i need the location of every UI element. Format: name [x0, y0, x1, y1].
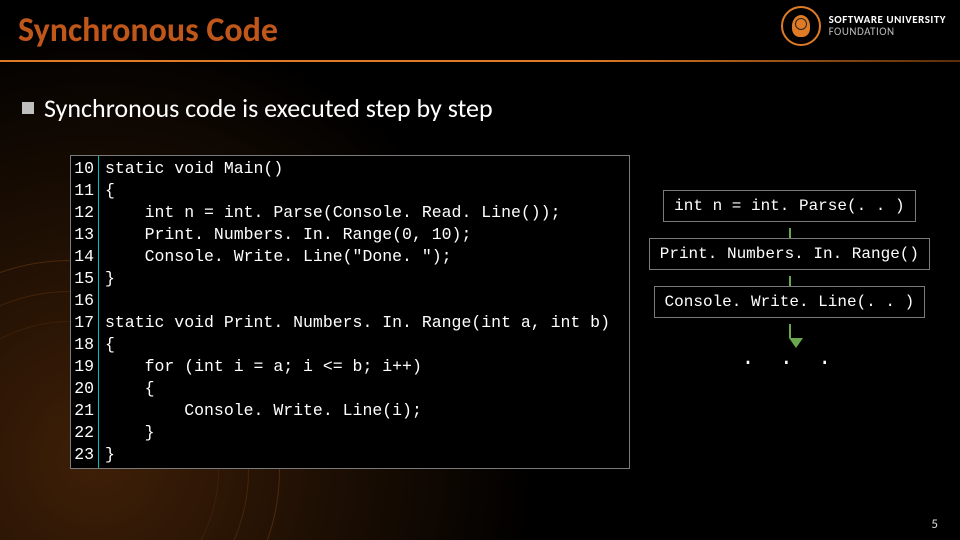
slide: Synchronous Code SOFTWARE UNIVERSITY FOU… [0, 0, 960, 540]
flow-step-3: Console. Write. Line(. . ) [654, 286, 926, 318]
bullet-marker-icon [22, 102, 34, 114]
bullet: Synchronous code is executed step by ste… [22, 92, 493, 124]
code-gutter: 10 11 12 13 14 15 16 17 18 19 20 21 22 2… [71, 156, 99, 468]
flow-step-2: Print. Numbers. In. Range() [649, 238, 930, 270]
code-block: 10 11 12 13 14 15 16 17 18 19 20 21 22 2… [70, 155, 630, 469]
flow-ellipsis: . . . [741, 346, 837, 371]
flow-step-1: int n = int. Parse(. . ) [663, 190, 915, 222]
logo: SOFTWARE UNIVERSITY FOUNDATION [781, 6, 946, 46]
slide-title: Synchronous Code [18, 10, 278, 51]
logo-line2: FOUNDATION [829, 26, 946, 38]
logo-text: SOFTWARE UNIVERSITY FOUNDATION [829, 14, 946, 38]
flow-diagram: int n = int. Parse(. . ) Print. Numbers.… [649, 190, 930, 371]
title-underline [0, 60, 960, 62]
lightbulb-icon [781, 6, 821, 46]
bullet-text: Synchronous code is executed step by ste… [44, 92, 493, 124]
page-number: 5 [931, 517, 938, 532]
code-body: static void Main() { int n = int. Parse(… [99, 156, 629, 468]
